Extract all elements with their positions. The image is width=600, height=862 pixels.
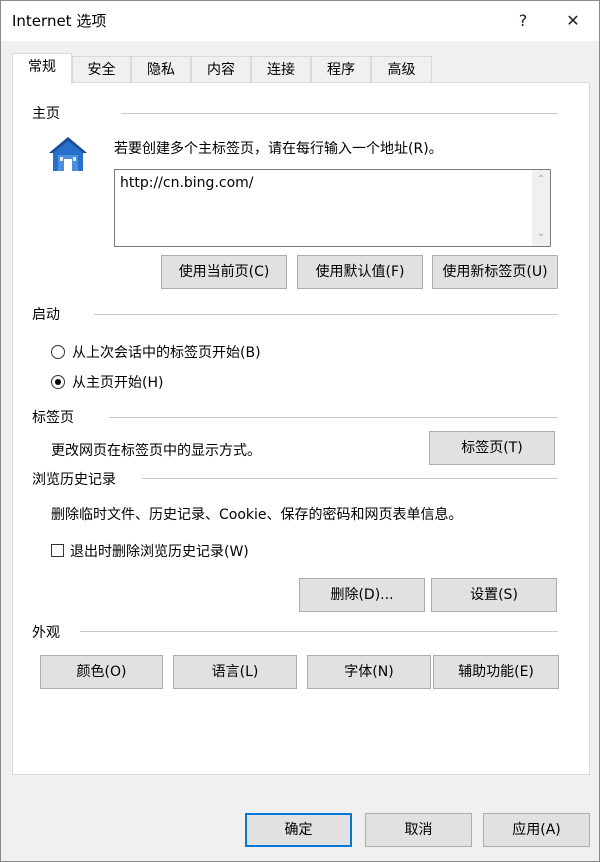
- scroll-down-arrow-icon[interactable]: ⌄: [536, 228, 546, 239]
- history-settings-button[interactable]: 设置(S): [431, 578, 557, 612]
- radio-last-session-label[interactable]: 从上次会话中的标签页开始(B): [72, 342, 261, 362]
- radio-home-label[interactable]: 从主页开始(H): [72, 372, 163, 392]
- delete-history-button[interactable]: 删除(D)...: [299, 578, 425, 612]
- homepage-group-divider: [121, 113, 558, 114]
- tab-advanced[interactable]: 高级: [371, 56, 432, 84]
- tabs-group-label: 标签页: [32, 410, 74, 426]
- title-bar: Internet 选项 ? ✕: [1, 1, 599, 41]
- startup-group-divider: [94, 314, 558, 315]
- close-button[interactable]: ✕: [548, 1, 598, 41]
- appearance-group-label: 外观: [32, 625, 60, 641]
- scroll-up-arrow-icon[interactable]: ⌃: [536, 174, 546, 185]
- tab-privacy[interactable]: 隐私: [131, 56, 191, 84]
- tabs-description: 更改网页在标签页中的显示方式。: [51, 443, 261, 459]
- dialog-footer: 确定 取消 应用(A): [1, 777, 599, 861]
- history-group-divider: [142, 478, 558, 479]
- textarea-scrollbar[interactable]: ⌃ ⌄: [532, 170, 550, 246]
- tab-programs[interactable]: 程序: [311, 56, 371, 84]
- apply-button[interactable]: 应用(A): [483, 813, 590, 847]
- history-group-label: 浏览历史记录: [32, 472, 116, 488]
- cancel-button[interactable]: 取消: [365, 813, 472, 847]
- accessibility-button[interactable]: 辅助功能(E): [433, 655, 559, 689]
- tab-security[interactable]: 安全: [72, 56, 131, 84]
- use-current-button[interactable]: 使用当前页(C): [161, 255, 287, 289]
- homepage-instruction: 若要创建多个主标签页，请在每行输入一个地址(R)。: [114, 141, 443, 157]
- homepage-address-value: http://cn.bing.com/: [120, 175, 254, 191]
- tab-connections[interactable]: 连接: [251, 56, 311, 84]
- radio-home[interactable]: [51, 375, 65, 389]
- tabs-group-divider: [109, 417, 558, 418]
- radio-last-session[interactable]: [51, 345, 65, 359]
- internet-options-dialog: Internet 选项 ? ✕ 常规 安全 隐私 内容 连接 程序 高级 主页 …: [0, 0, 600, 862]
- general-tab-panel: 主页 若要创建多个主标签页，请在每行输入一个地址(R)。 http://cn.b…: [12, 82, 590, 775]
- help-button[interactable]: ?: [498, 1, 548, 41]
- homepage-address-textarea[interactable]: http://cn.bing.com/ ⌃ ⌄: [114, 169, 551, 247]
- house-icon: [46, 135, 90, 173]
- use-new-tab-button[interactable]: 使用新标签页(U): [432, 255, 558, 289]
- tab-content[interactable]: 内容: [191, 56, 251, 84]
- fonts-button[interactable]: 字体(N): [307, 655, 431, 689]
- history-description: 删除临时文件、历史记录、Cookie、保存的密码和网页表单信息。: [51, 507, 463, 523]
- languages-button[interactable]: 语言(L): [173, 655, 297, 689]
- window-title: Internet 选项: [12, 12, 107, 30]
- ok-button[interactable]: 确定: [245, 813, 352, 847]
- delete-on-exit-checkbox[interactable]: [51, 544, 64, 557]
- use-default-button[interactable]: 使用默认值(F): [297, 255, 423, 289]
- tabs-settings-button[interactable]: 标签页(T): [429, 431, 555, 465]
- homepage-group-label: 主页: [32, 106, 60, 122]
- colors-button[interactable]: 颜色(O): [40, 655, 163, 689]
- tab-general[interactable]: 常规: [12, 53, 72, 84]
- tab-strip: 常规 安全 隐私 内容 连接 程序 高级: [12, 53, 590, 84]
- delete-on-exit-label[interactable]: 退出时删除浏览历史记录(W): [70, 541, 249, 561]
- startup-group-label: 启动: [32, 307, 60, 323]
- appearance-group-divider: [80, 631, 558, 632]
